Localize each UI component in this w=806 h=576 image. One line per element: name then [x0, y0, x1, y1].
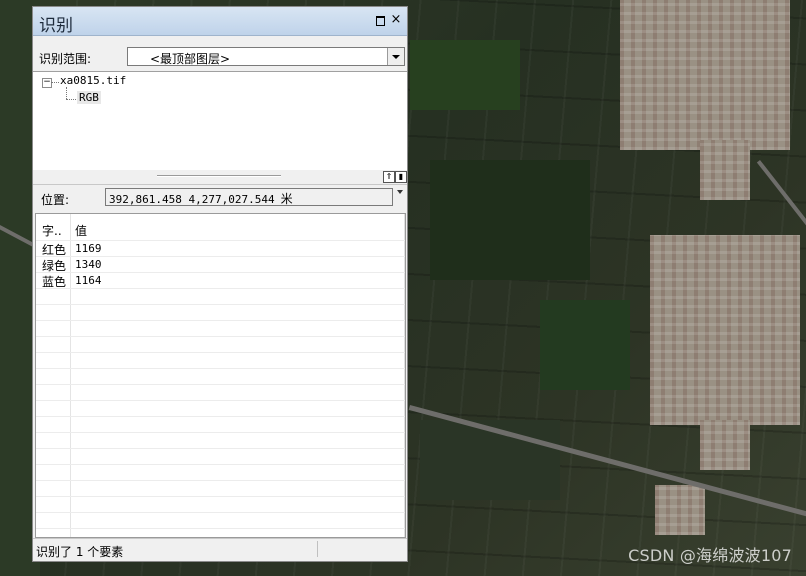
row-divider [36, 368, 405, 369]
column-header-value[interactable]: 值 [75, 222, 87, 239]
status-pane [317, 541, 404, 557]
scope-selected-value: <最顶部图层> [150, 52, 231, 66]
tree-connector [66, 99, 76, 100]
status-text: 识别了 1 个要素 [36, 545, 124, 559]
crop-field [430, 160, 590, 280]
location-menu-icon[interactable] [397, 190, 403, 194]
attributes-grid: 字.. 值 红色 1169 绿色 1340 蓝色 1164 [35, 213, 406, 538]
village-area [620, 0, 790, 150]
row-divider [36, 512, 405, 513]
row-divider [36, 240, 405, 241]
table-row-value[interactable]: 1340 [75, 258, 102, 271]
splitter-grip[interactable] [157, 175, 281, 177]
row-divider [36, 432, 405, 433]
row-divider [36, 416, 405, 417]
identify-scope-dropdown[interactable]: <最顶部图层> [127, 47, 405, 66]
restore-window-icon[interactable] [373, 13, 387, 27]
table-row-value[interactable]: 1169 [75, 242, 102, 255]
village-area [700, 420, 750, 470]
window-title: 识别 [39, 16, 73, 36]
village-area [650, 235, 800, 425]
row-divider [36, 400, 405, 401]
tree-collapse-icon[interactable]: − [42, 78, 52, 88]
row-divider [36, 528, 405, 529]
row-divider [36, 288, 405, 289]
row-divider [36, 464, 405, 465]
row-divider [36, 336, 405, 337]
scope-label: 识别范围: [39, 52, 92, 66]
identify-window: 识别 × 识别范围: <最顶部图层> − xa0815.tif RGB ⇑ ▮ … [32, 6, 408, 562]
location-value: 392,861.458 4,277,027.544 米 [109, 190, 293, 207]
crop-field [420, 420, 560, 500]
tree-node-feature[interactable]: RGB [77, 91, 101, 104]
table-row-value[interactable]: 1164 [75, 274, 102, 287]
chevron-down-icon[interactable] [387, 48, 404, 65]
location-coordinates: 392,861.458 4,277,027.544 [109, 193, 275, 206]
crop-field [540, 300, 630, 390]
status-bar: 识别了 1 个要素 [33, 538, 407, 561]
row-divider [36, 256, 405, 257]
layout-top-icon[interactable]: ⇑ [383, 171, 395, 183]
tree-connector [51, 82, 59, 83]
tree-connector [66, 87, 67, 99]
village-area [700, 140, 750, 200]
layout-side-icon[interactable]: ▮ [395, 171, 407, 183]
row-divider [36, 496, 405, 497]
row-divider [36, 448, 405, 449]
close-icon[interactable]: × [389, 13, 403, 27]
grid-right-border [404, 214, 405, 537]
location-unit: 米 [280, 192, 293, 206]
column-header-field[interactable]: 字.. [42, 222, 62, 239]
location-field[interactable]: 392,861.458 4,277,027.544 米 [105, 188, 393, 206]
watermark-text: CSDN @海绵波波107 [628, 546, 792, 565]
village-area [655, 485, 705, 535]
row-divider [36, 272, 405, 273]
crop-field [410, 40, 520, 110]
row-divider [36, 304, 405, 305]
title-bar[interactable]: 识别 × [33, 7, 407, 36]
row-divider [36, 480, 405, 481]
panel-splitter[interactable]: ⇑ ▮ [33, 170, 407, 185]
column-separator[interactable] [70, 214, 71, 537]
tree-node-layer[interactable]: xa0815.tif [60, 74, 126, 87]
row-divider [36, 384, 405, 385]
results-tree: − xa0815.tif RGB [33, 71, 407, 170]
row-divider [36, 320, 405, 321]
location-label: 位置: [41, 193, 70, 207]
row-divider [36, 352, 405, 353]
